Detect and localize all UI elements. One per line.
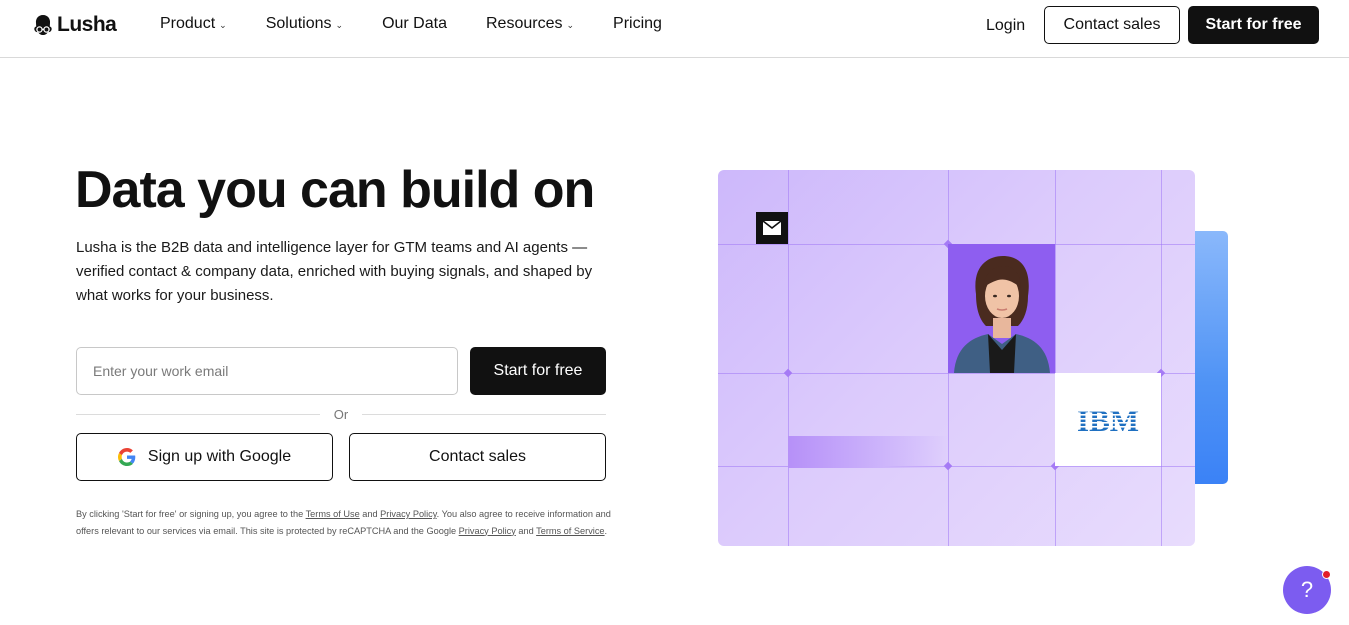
google-privacy-policy-link[interactable]: Privacy Policy: [459, 526, 516, 536]
google-icon: [117, 448, 136, 466]
grid-line: [1055, 170, 1056, 546]
legal-text: and: [515, 525, 537, 536]
privacy-policy-link[interactable]: Privacy Policy: [380, 509, 437, 519]
legal-disclaimer: By clicking 'Start for free' or signing …: [76, 506, 611, 539]
legal-text: By clicking 'Start for free' or signing …: [76, 509, 306, 519]
logo-text: Lusha: [57, 13, 117, 36]
nav-label: Product: [160, 15, 216, 32]
grid-line: [1161, 170, 1162, 546]
signal-bar: [788, 436, 948, 468]
nav-item-our-data[interactable]: Our Data: [382, 15, 447, 33]
lusha-logo[interactable]: Lusha: [33, 13, 117, 37]
hero-title: Data you can build on: [75, 161, 595, 219]
grid-node: [783, 368, 793, 378]
nav-label: Solutions: [265, 15, 332, 32]
main-nav: Product ⌄ Solutions ⌄ Our Data Resources…: [160, 15, 701, 33]
or-label: Or: [333, 406, 349, 422]
blue-card-decoration: [1190, 231, 1228, 484]
chevron-down-icon: ⌄: [566, 19, 575, 30]
lusha-logo-icon: [34, 15, 52, 35]
nav-item-product[interactable]: Product ⌄: [160, 15, 227, 33]
site-header: Lusha Product ⌄ Solutions ⌄ Our Data Res…: [0, 0, 1349, 58]
terms-of-service-link[interactable]: Terms of Service: [536, 526, 604, 536]
ibm-logo: IBM: [1055, 373, 1161, 466]
google-signup-button[interactable]: Sign up with Google: [76, 433, 333, 481]
nav-label: Our Data: [382, 15, 447, 32]
legal-text: and: [359, 509, 381, 519]
mail-icon: [756, 212, 788, 244]
legal-text: .: [604, 525, 608, 536]
hero-subtitle: Lusha is the B2B data and intelligence l…: [76, 239, 593, 304]
divider-line: [76, 413, 320, 415]
header-contact-sales-button[interactable]: Contact sales: [1044, 6, 1180, 44]
hero-visual: IBM: [718, 170, 1195, 546]
grid-line: [788, 170, 789, 546]
nav-label: Pricing: [613, 15, 662, 32]
hero-contact-sales-button[interactable]: Contact sales: [349, 433, 606, 481]
chevron-down-icon: ⌄: [335, 19, 344, 30]
login-link[interactable]: Login: [986, 17, 1025, 35]
divider-line: [362, 413, 607, 415]
nav-item-resources[interactable]: Resources ⌄: [486, 15, 574, 33]
header-start-free-button[interactable]: Start for free: [1188, 6, 1319, 44]
ibm-logo-text: IBM: [1077, 405, 1139, 435]
terms-of-use-link[interactable]: Terms of Use: [306, 509, 360, 519]
nav-item-solutions[interactable]: Solutions ⌄: [266, 15, 343, 33]
google-signup-label: Sign up with Google: [147, 448, 292, 465]
portrait-photo: [948, 244, 1055, 373]
chevron-down-icon: ⌄: [219, 19, 227, 30]
nav-label: Resources: [485, 15, 563, 32]
or-divider: Or: [76, 404, 607, 424]
hero-start-free-button[interactable]: Start for free: [470, 347, 606, 395]
nav-item-pricing[interactable]: Pricing: [613, 15, 662, 33]
notification-dot: [1322, 570, 1331, 579]
work-email-input[interactable]: [76, 347, 458, 395]
